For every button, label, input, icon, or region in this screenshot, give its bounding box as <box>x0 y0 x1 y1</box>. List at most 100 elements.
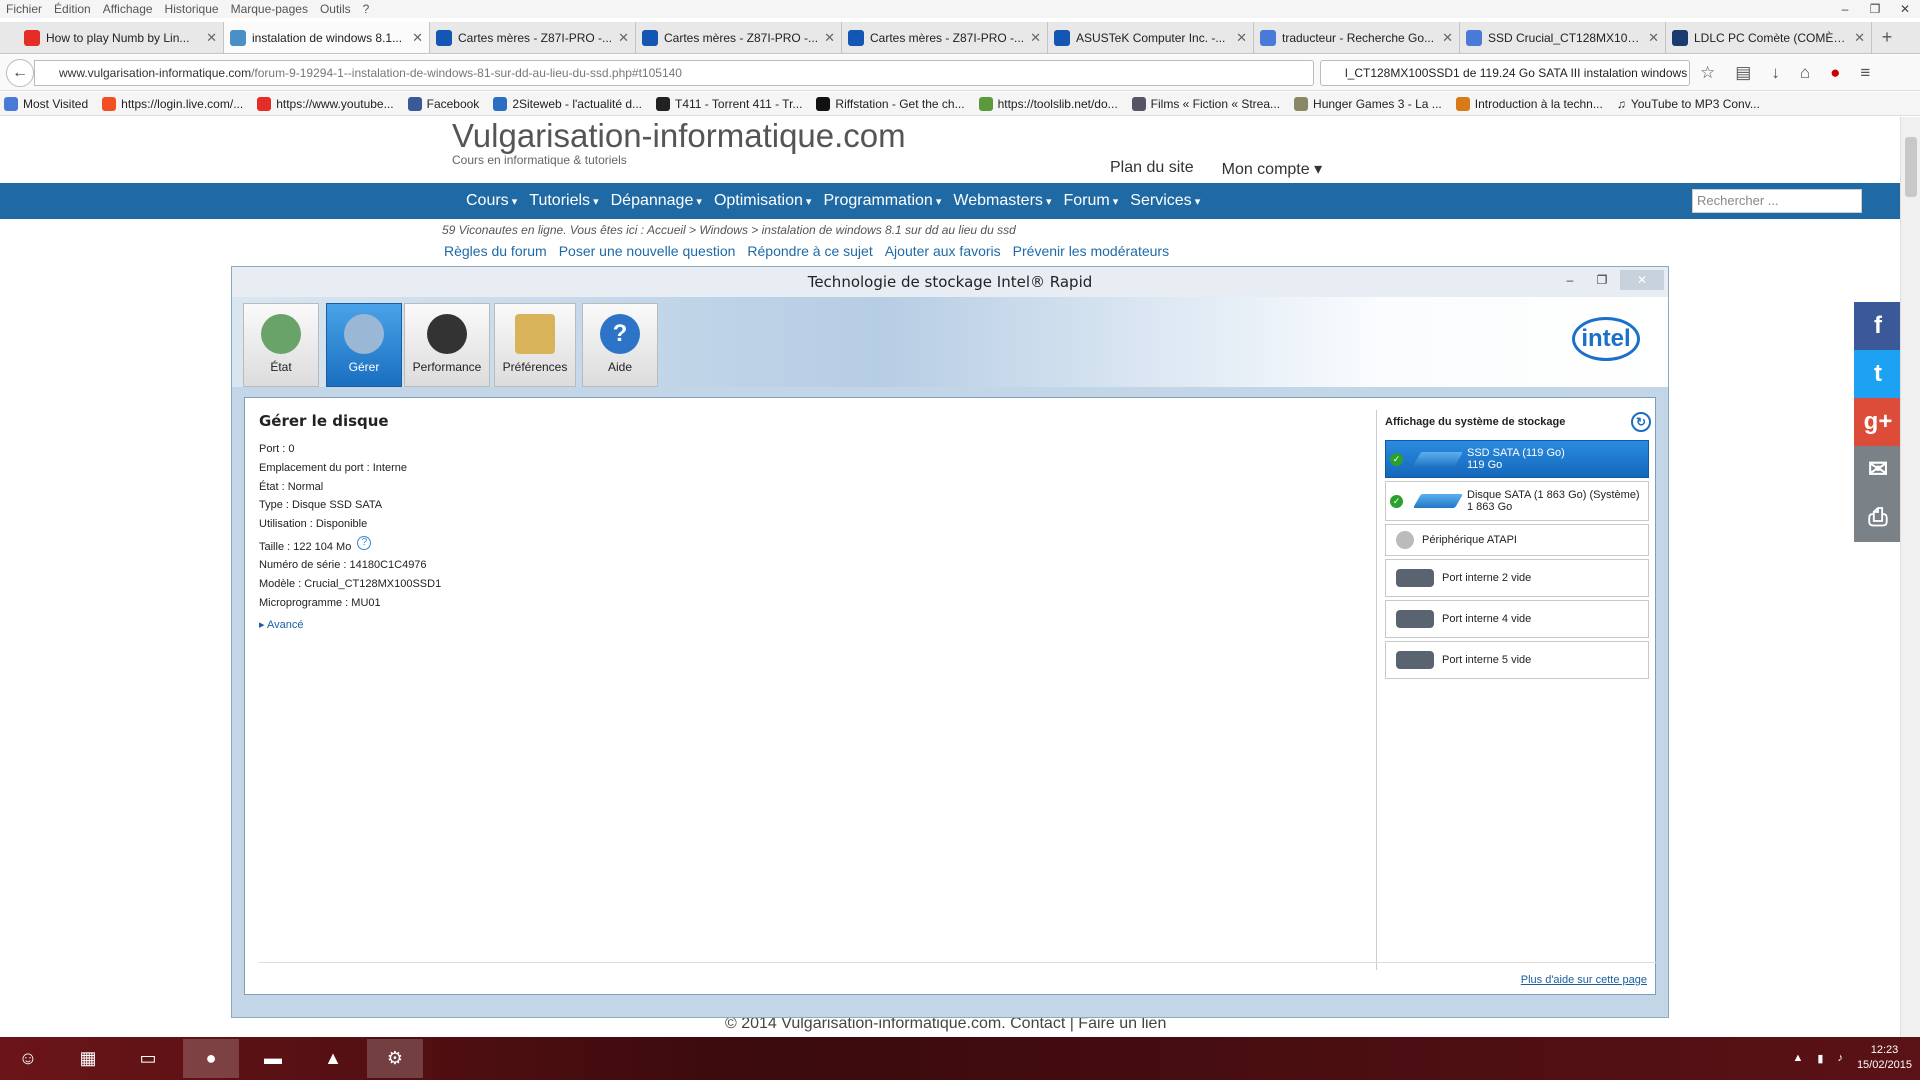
nav-tutoriels[interactable]: Tutoriels <box>529 192 598 210</box>
googleplus-icon[interactable]: g+ <box>1854 398 1902 446</box>
download-icon[interactable]: ↓ <box>1771 63 1780 83</box>
store-icon[interactable]: ▦ <box>60 1039 116 1078</box>
menu-outils[interactable]: Outils <box>320 2 351 16</box>
mail-icon[interactable]: ✉ <box>1854 446 1902 494</box>
nav-services[interactable]: Services <box>1130 192 1200 210</box>
firefox-icon[interactable]: ● <box>183 1039 239 1078</box>
nav-webmasters[interactable]: Webmasters <box>953 192 1051 210</box>
tool-gerer[interactable]: Gérer <box>326 303 402 387</box>
advanced-toggle[interactable]: ▸ Avancé <box>259 618 303 631</box>
tab[interactable]: ASUSTeK Computer Inc. -... ✕ <box>1048 22 1254 53</box>
tab[interactable]: Cartes mères - Z87I-PRO -... ✕ <box>842 22 1048 53</box>
nav-cours[interactable]: Cours <box>466 192 517 210</box>
bookmark[interactable]: Introduction à la techn... <box>1455 96 1603 111</box>
new-tab-button[interactable]: + <box>1872 22 1902 53</box>
site-search-input[interactable]: Rechercher ... <box>1692 189 1862 213</box>
scrollbar-thumb[interactable] <box>1905 137 1917 197</box>
tab[interactable]: traducteur - Recherche Go... ✕ <box>1254 22 1460 53</box>
facebook-icon[interactable]: f <box>1854 302 1902 350</box>
storage-item-port4[interactable]: Port interne 4 vide <box>1385 600 1649 638</box>
search-input[interactable]: l_CT128MX100SSD1 de 119.24 Go SATA III i… <box>1320 60 1690 86</box>
storage-item-atapi[interactable]: Périphérique ATAPI <box>1385 524 1649 556</box>
nav-optimisation[interactable]: Optimisation <box>714 192 812 210</box>
url-bar[interactable]: www.vulgarisation-informatique.com/forum… <box>34 60 1314 86</box>
reply-link[interactable]: Répondre à ce sujet <box>747 243 872 259</box>
bookmark[interactable]: Films « Fiction « Strea... <box>1131 96 1280 111</box>
plan-du-site-link[interactable]: Plan du site <box>1110 159 1194 179</box>
bookmark[interactable]: https://login.live.com/... <box>102 96 243 111</box>
bookmark[interactable]: Hunger Games 3 - La ... <box>1294 96 1442 111</box>
close-tab-icon[interactable]: ✕ <box>1236 30 1247 46</box>
print-icon[interactable]: ⎙ <box>1854 494 1902 542</box>
tab[interactable]: LDLC PC Comète (COMÈT... ✕ <box>1666 22 1872 53</box>
tray-arrow-icon[interactable]: ▲ <box>1792 1052 1803 1064</box>
close-button[interactable]: ✕ <box>1890 0 1920 18</box>
home-icon[interactable]: ⌂ <box>1800 63 1810 83</box>
tab[interactable]: How to play Numb by Lin... ✕ <box>18 22 224 53</box>
menu-edition[interactable]: Édition <box>54 2 91 16</box>
close-tab-icon[interactable]: ✕ <box>618 30 629 46</box>
adblock-icon[interactable]: ● <box>1830 63 1840 83</box>
back-button[interactable]: ← <box>6 59 34 87</box>
nav-forum[interactable]: Forum <box>1063 192 1118 210</box>
tab[interactable]: Cartes mères - Z87I-PRO -... ✕ <box>430 22 636 53</box>
close-tab-icon[interactable]: ✕ <box>1030 30 1041 46</box>
pdf-icon[interactable]: ▲ <box>305 1039 361 1078</box>
bookmark[interactable]: Most Visited <box>4 96 88 111</box>
tool-etat[interactable]: État <box>243 303 319 387</box>
storage-item-port2[interactable]: Port interne 2 vide <box>1385 559 1649 597</box>
network-icon[interactable]: ▮ <box>1817 1052 1823 1065</box>
start-icon[interactable]: ☺ <box>0 1039 56 1078</box>
bookmark[interactable]: Facebook <box>407 96 479 111</box>
site-title[interactable]: Vulgarisation-informatique.com <box>452 117 906 155</box>
minimize-button[interactable]: – <box>1830 0 1860 18</box>
refresh-icon[interactable]: ↻ <box>1631 412 1651 432</box>
storage-item-ssd[interactable]: ✓ SSD SATA (119 Go) 119 Go <box>1385 440 1649 478</box>
report-link[interactable]: Prévenir les modérateurs <box>1013 243 1169 259</box>
asus-icon[interactable]: ▬ <box>245 1039 301 1078</box>
help-icon[interactable]: ? <box>357 536 372 551</box>
bookmark[interactable]: https://www.youtube... <box>257 96 394 111</box>
tab-active[interactable]: instalation de windows 8.1... ✕ <box>224 22 430 53</box>
close-tab-icon[interactable]: ✕ <box>206 30 217 46</box>
new-question-link[interactable]: Poser une nouvelle question <box>559 243 736 259</box>
menu-historique[interactable]: Historique <box>165 2 219 16</box>
nav-programmation[interactable]: Programmation <box>823 192 941 210</box>
twitter-icon[interactable]: t <box>1854 350 1902 398</box>
menu-fichier[interactable]: Fichier <box>6 2 42 16</box>
nav-depannage[interactable]: Dépannage <box>611 192 702 210</box>
menu-marque-pages[interactable]: Marque-pages <box>231 2 308 16</box>
menu-affichage[interactable]: Affichage <box>103 2 153 16</box>
tab[interactable]: Cartes mères - Z87I-PRO -... ✕ <box>636 22 842 53</box>
menu-icon[interactable]: ≡ <box>1860 63 1870 83</box>
storage-item-hdd[interactable]: ✓ Disque SATA (1 863 Go) (Système) 1 863 G… <box>1385 481 1649 521</box>
maximize-button[interactable]: ❐ <box>1860 0 1890 18</box>
rst-taskbar-icon[interactable]: ⚙ <box>367 1039 423 1078</box>
bookmark[interactable]: https://toolslib.net/do... <box>978 96 1118 111</box>
tool-preferences[interactable]: Préférences <box>494 303 576 387</box>
rst-maximize-button[interactable]: ❐ <box>1588 270 1616 290</box>
bookmark[interactable]: ♫ YouTube to MP3 Conv... <box>1617 97 1760 111</box>
forum-rules-link[interactable]: Règles du forum <box>444 243 547 259</box>
page-scrollbar[interactable] <box>1900 117 1920 1037</box>
bookmark[interactable]: Riffstation - Get the ch... <box>816 96 965 111</box>
star-icon[interactable]: ☆ <box>1700 63 1715 83</box>
folder-icon[interactable]: ▭ <box>120 1039 176 1078</box>
close-tab-icon[interactable]: ✕ <box>1648 30 1659 46</box>
rst-close-button[interactable]: ✕ <box>1620 270 1664 290</box>
close-tab-icon[interactable]: ✕ <box>1442 30 1453 46</box>
close-tab-icon[interactable]: ✕ <box>412 30 423 46</box>
tab[interactable]: SSD Crucial_CT128MX100... ✕ <box>1460 22 1666 53</box>
close-tab-icon[interactable]: ✕ <box>824 30 835 46</box>
clock[interactable]: 12:23 15/02/2015 <box>1857 1043 1912 1073</box>
favorite-link[interactable]: Ajouter aux favoris <box>885 243 1001 259</box>
tool-performance[interactable]: Performance <box>404 303 490 387</box>
bookmarks-icon[interactable]: ▤ <box>1735 63 1751 83</box>
menu-help[interactable]: ? <box>363 2 370 16</box>
bookmark[interactable]: T411 - Torrent 411 - Tr... <box>656 96 802 111</box>
rst-minimize-button[interactable]: – <box>1556 270 1584 290</box>
tool-aide[interactable]: ? Aide <box>582 303 658 387</box>
bookmark[interactable]: 2Siteweb - l'actualité d... <box>493 96 642 111</box>
storage-item-port5[interactable]: Port interne 5 vide <box>1385 641 1649 679</box>
more-help-link[interactable]: Plus d'aide sur cette page <box>1521 974 1647 986</box>
